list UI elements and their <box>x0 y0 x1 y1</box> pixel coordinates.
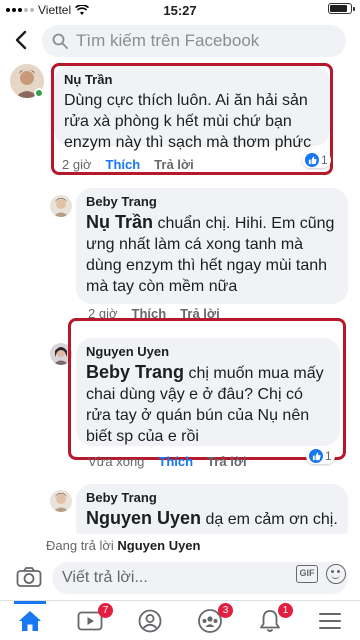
nav-notifications[interactable]: 1 <box>240 601 300 640</box>
battery-icon <box>328 3 355 14</box>
replying-to-label: Đang trả lời Nguyen Uyen <box>0 534 360 558</box>
clock: 15:27 <box>163 3 197 18</box>
avatar-photo-icon <box>50 490 72 512</box>
online-status-dot <box>34 88 44 98</box>
notification-badge: 3 <box>218 603 233 618</box>
search-header: Tìm kiếm trên Facebook <box>0 22 360 60</box>
comment-author[interactable]: Nụ Trần <box>64 72 320 87</box>
search-icon <box>52 33 68 49</box>
gif-icon[interactable]: GIF <box>296 565 318 583</box>
back-arrow-icon[interactable] <box>10 28 34 52</box>
battery-area <box>328 3 355 14</box>
comment-text: Nụ Trần chuẩn chị. Hihi. Em cũng ưng nhấ… <box>86 212 335 295</box>
comment-bubble[interactable]: Beby Trang Nguyen Uyen dạ em cảm ơn chị. <box>76 484 348 534</box>
reaction-number: 1 <box>321 153 328 167</box>
comment-bubble[interactable]: Beby Trang Nụ Trần chuẩn chị. Hihi. Em c… <box>76 188 348 304</box>
comment-time: 2 giờ <box>62 157 92 172</box>
mention-link[interactable]: Nguyen Uyen <box>86 508 201 528</box>
replying-prefix: Đang trả lời <box>46 538 114 553</box>
search-input[interactable]: Tìm kiếm trên Facebook <box>42 25 346 57</box>
reply-composer: Viết trả lời... GIF <box>0 558 360 598</box>
home-icon <box>19 610 41 631</box>
status-bar: Viettel 15:27 <box>0 0 360 20</box>
comment-feed[interactable]: Nụ Trần Dùng cực thích luôn. Ai ăn hải s… <box>0 60 360 534</box>
nav-watch[interactable]: 7 <box>60 601 120 640</box>
comment-actions: 2 giờ Thích Trả lời <box>62 157 194 172</box>
comment-author[interactable]: Beby Trang <box>86 490 338 505</box>
search-placeholder: Tìm kiếm trên Facebook <box>76 31 260 50</box>
menu-icon <box>319 612 341 629</box>
comment-time: Vừa xong <box>88 454 145 469</box>
comment-actions: Vừa xong Thích Trả lời <box>88 454 247 469</box>
reaction-count[interactable]: 1 <box>302 152 331 168</box>
camera-icon[interactable] <box>16 566 42 588</box>
nav-menu[interactable] <box>300 601 360 640</box>
comment-text: Beby Trang chị muốn mua mấy chai dùng vậ… <box>86 362 324 445</box>
comment-bubble[interactable]: Nụ Trần Dùng cực thích luôn. Ai ăn hải s… <box>54 66 330 151</box>
avatar-photo-icon <box>50 195 72 217</box>
mention-link[interactable]: Nụ Trần <box>86 212 153 232</box>
battery-fill <box>330 5 347 12</box>
comment-author[interactable]: Nguyen Uyen <box>86 344 330 359</box>
like-button[interactable]: Thích <box>106 157 141 172</box>
avatar[interactable] <box>50 490 72 512</box>
comment-bubble[interactable]: Nguyen Uyen Beby Trang chị muốn mua mấy … <box>76 338 340 446</box>
reply-button[interactable]: Trả lời <box>154 157 194 172</box>
comment-text: Dùng cực thích luôn. Ai ăn hải sản rửa x… <box>64 92 312 151</box>
mention-link[interactable]: Beby Trang <box>86 362 184 382</box>
nav-groups[interactable]: 3 <box>180 601 240 640</box>
thumbs-up-icon <box>309 449 323 463</box>
comment-text: Nguyen Uyen dạ em cảm ơn chị. <box>86 508 338 528</box>
notification-badge: 1 <box>278 603 293 618</box>
like-button[interactable]: Thích <box>158 454 193 469</box>
bottom-navigation: 7 3 1 <box>0 600 360 640</box>
reply-button[interactable]: Trả lời <box>207 454 247 469</box>
profile-icon <box>138 609 162 632</box>
nav-profile[interactable] <box>120 601 180 640</box>
replying-name[interactable]: Nguyen Uyen <box>117 538 200 553</box>
comment-author[interactable]: Beby Trang <box>86 194 338 209</box>
avatar[interactable] <box>50 195 72 217</box>
nav-home[interactable] <box>0 601 60 640</box>
notification-badge: 7 <box>98 603 113 618</box>
emoji-icon[interactable] <box>326 564 346 584</box>
reaction-number: 1 <box>325 449 332 463</box>
reply-placeholder: Viết trả lời... <box>62 569 148 586</box>
reaction-count[interactable]: 1 <box>306 448 335 464</box>
thumbs-up-icon <box>305 153 319 167</box>
